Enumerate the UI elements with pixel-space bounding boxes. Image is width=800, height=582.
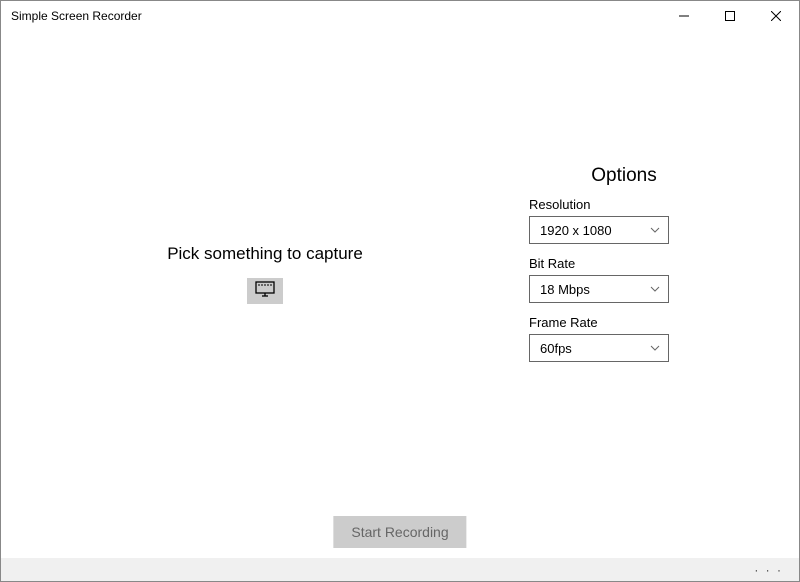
options-heading: Options (559, 165, 689, 187)
resolution-value: 1920 x 1080 (540, 223, 612, 238)
framerate-group: Frame Rate 60fps (529, 315, 689, 362)
bitrate-dropdown[interactable]: 18 Mbps (529, 275, 669, 303)
options-pane: Options Resolution 1920 x 1080 Bit Rate … (529, 31, 799, 558)
close-button[interactable] (753, 1, 799, 31)
resolution-dropdown[interactable]: 1920 x 1080 (529, 216, 669, 244)
more-icon[interactable]: · · · (754, 563, 783, 577)
monitor-icon (255, 281, 275, 302)
bitrate-value: 18 Mbps (540, 282, 590, 297)
content-area: Pick something to capture Options Resolu… (1, 31, 799, 558)
chevron-down-icon (650, 284, 660, 295)
window-title: Simple Screen Recorder (11, 9, 142, 23)
framerate-label: Frame Rate (529, 315, 689, 330)
chevron-down-icon (650, 225, 660, 236)
capture-target-button[interactable] (247, 278, 283, 304)
framerate-dropdown[interactable]: 60fps (529, 334, 669, 362)
capture-pane: Pick something to capture (1, 31, 529, 558)
statusbar: · · · (1, 558, 799, 581)
chevron-down-icon (650, 343, 660, 354)
pick-caption: Pick something to capture (167, 244, 363, 264)
start-recording-button[interactable]: Start Recording (333, 516, 466, 548)
window-controls (661, 1, 799, 31)
resolution-group: Resolution 1920 x 1080 (529, 197, 689, 244)
framerate-value: 60fps (540, 341, 572, 356)
maximize-button[interactable] (707, 1, 753, 31)
titlebar: Simple Screen Recorder (1, 1, 799, 31)
resolution-label: Resolution (529, 197, 689, 212)
minimize-button[interactable] (661, 1, 707, 31)
bitrate-label: Bit Rate (529, 256, 689, 271)
bitrate-group: Bit Rate 18 Mbps (529, 256, 689, 303)
